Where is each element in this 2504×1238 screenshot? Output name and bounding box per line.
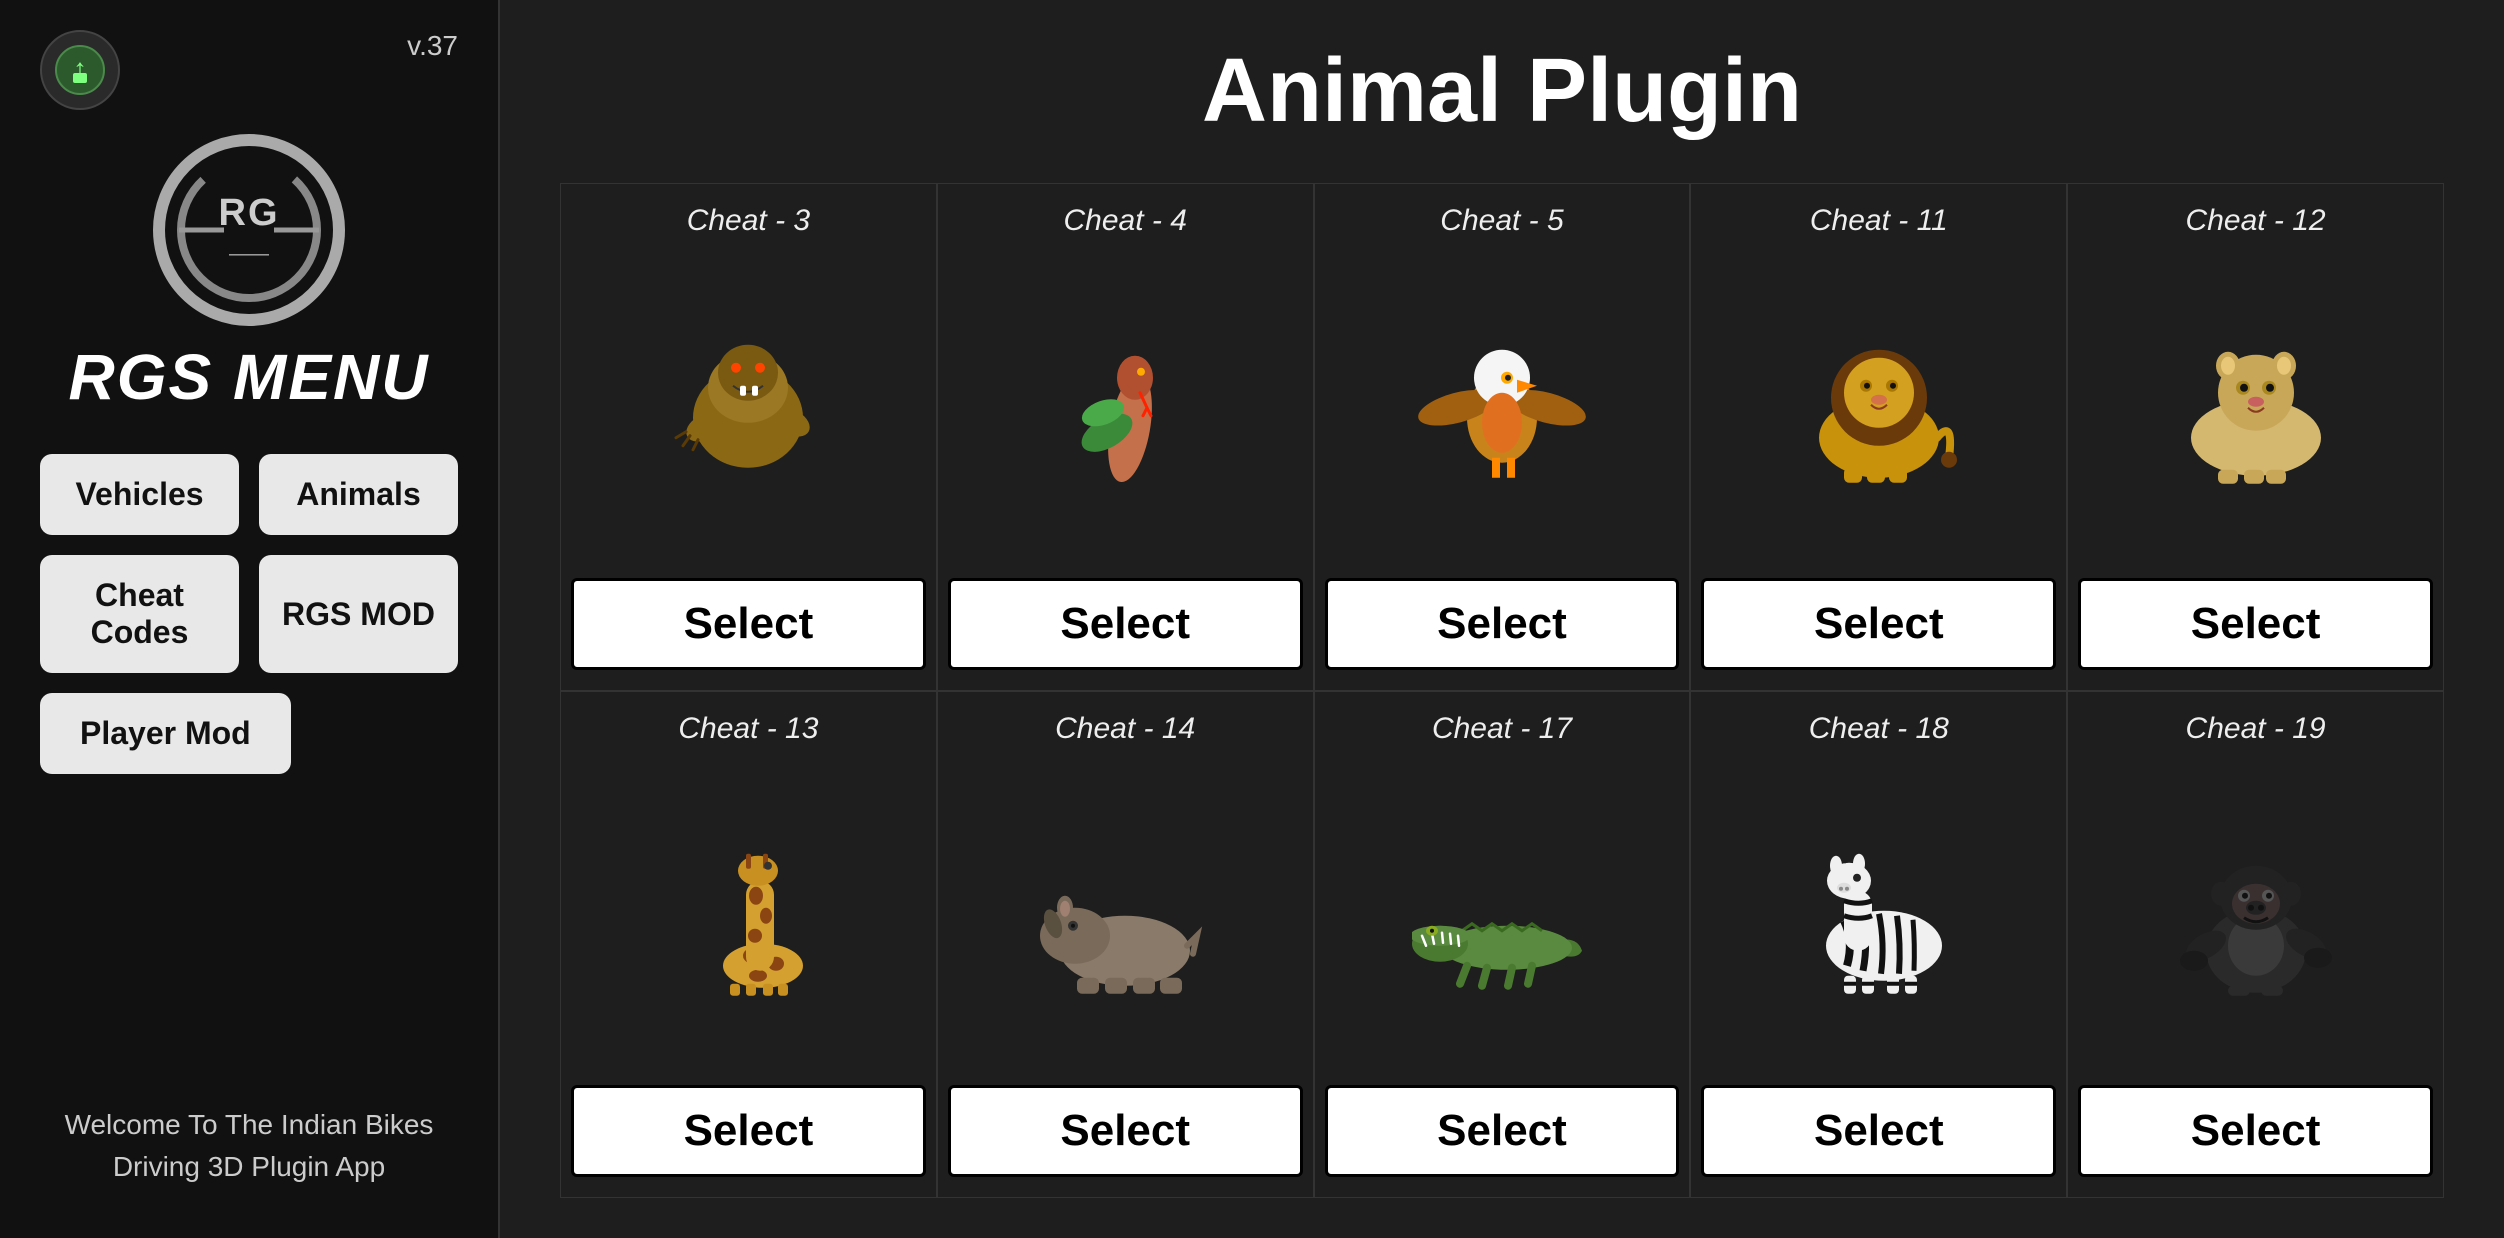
lioness-icon — [2166, 253, 2346, 563]
lizard-icon — [1035, 253, 1215, 563]
animal-cell-cheat14: Cheat - 14 — [937, 691, 1314, 1199]
cheat-label-4: Cheat - 4 — [1063, 204, 1186, 238]
rhino-icon — [1035, 761, 1215, 1071]
select-button-cheat19[interactable]: Select — [2078, 1085, 2433, 1177]
animal-image-5 — [1412, 253, 1592, 563]
animal-image-13 — [658, 761, 838, 1071]
rgs-mod-button[interactable]: RGS MOD — [259, 555, 458, 673]
nav-grid: Vehicles Animals Cheat Codes RGS MOD — [40, 454, 458, 673]
animal-image-11 — [1789, 253, 1969, 563]
select-button-cheat5[interactable]: Select — [1325, 578, 1680, 670]
animal-cell-cheat18: Cheat - 18 — [1690, 691, 2067, 1199]
animal-image-14 — [1035, 761, 1215, 1071]
cheat-label-3: Cheat - 3 — [687, 204, 810, 238]
cheat-label-13: Cheat - 13 — [678, 712, 818, 746]
sidebar: ↑ v.37 RG —— RGS MENU Vehicles Animals C… — [0, 0, 500, 1238]
rgs-logo-svg: RG —— — [149, 130, 349, 330]
animal-image-18 — [1789, 761, 1969, 1071]
gorilla-icon — [2166, 761, 2346, 1071]
animal-image-19 — [2166, 761, 2346, 1071]
giraffe-icon — [658, 761, 838, 1071]
rgs-title: RGS MENU — [69, 340, 430, 414]
select-button-cheat3[interactable]: Select — [571, 578, 926, 670]
select-button-cheat11[interactable]: Select — [1701, 578, 2056, 670]
select-button-cheat13[interactable]: Select — [571, 1085, 926, 1177]
animal-cell-cheat12: Cheat - 12 — [2067, 183, 2444, 691]
select-button-cheat4[interactable]: Select — [948, 578, 1303, 670]
vehicles-button[interactable]: Vehicles — [40, 454, 239, 535]
select-button-cheat14[interactable]: Select — [948, 1085, 1303, 1177]
beast-icon — [658, 253, 838, 563]
player-mod-button[interactable]: Player Mod — [40, 693, 291, 774]
animal-image-12 — [2166, 253, 2346, 563]
animal-cell-cheat4: Cheat - 4 Select — [937, 183, 1314, 691]
animal-cell-cheat5: Cheat - 5 — [1314, 183, 1691, 691]
cheat-label-17: Cheat - 17 — [1432, 712, 1572, 746]
cheat-label-18: Cheat - 18 — [1809, 712, 1949, 746]
svg-text:——: —— — [229, 243, 269, 265]
select-button-cheat18[interactable]: Select — [1701, 1085, 2056, 1177]
cheat-label-19: Cheat - 19 — [2186, 712, 2326, 746]
select-button-cheat17[interactable]: Select — [1325, 1085, 1680, 1177]
animal-cell-cheat13: Cheat - 13 — [560, 691, 937, 1199]
app-icon-svg: ↑ — [55, 45, 105, 95]
rgs-logo: RG —— — [149, 130, 349, 330]
cheat-codes-button[interactable]: Cheat Codes — [40, 555, 239, 673]
animal-cell-cheat17: Cheat - 17 — [1314, 691, 1691, 1199]
select-button-cheat12[interactable]: Select — [2078, 578, 2433, 670]
cheat-label-12: Cheat - 12 — [2186, 204, 2326, 238]
cheat-label-5: Cheat - 5 — [1440, 204, 1563, 238]
eagle-icon — [1412, 253, 1592, 563]
animal-cell-cheat19: Cheat - 19 — [2067, 691, 2444, 1199]
animal-cell-cheat3: Cheat - 3 — [560, 183, 937, 691]
animal-image-17 — [1412, 761, 1592, 1071]
main-content: Animal Plugin Cheat - 3 — [500, 0, 2504, 1238]
lion-icon — [1789, 253, 1969, 563]
cheat-label-11: Cheat - 11 — [1810, 204, 1948, 238]
crocodile-icon — [1412, 761, 1592, 1071]
animal-cell-cheat11: Cheat - 11 — [1690, 183, 2067, 691]
version-label: v.37 — [407, 30, 458, 62]
cheat-label-14: Cheat - 14 — [1055, 712, 1195, 746]
animal-grid-row1: Cheat - 3 — [560, 183, 2444, 1198]
app-icon: ↑ — [40, 30, 120, 110]
sidebar-header: ↑ v.37 — [40, 30, 458, 110]
animal-image-3 — [658, 253, 838, 563]
main-title: Animal Plugin — [560, 40, 2444, 143]
svg-text:RG: RG — [219, 192, 280, 234]
animal-image-4 — [1035, 253, 1215, 563]
welcome-text: Welcome To The Indian Bikes Driving 3D P… — [65, 1104, 434, 1208]
animals-button[interactable]: Animals — [259, 454, 458, 535]
zebra-icon — [1789, 761, 1969, 1071]
